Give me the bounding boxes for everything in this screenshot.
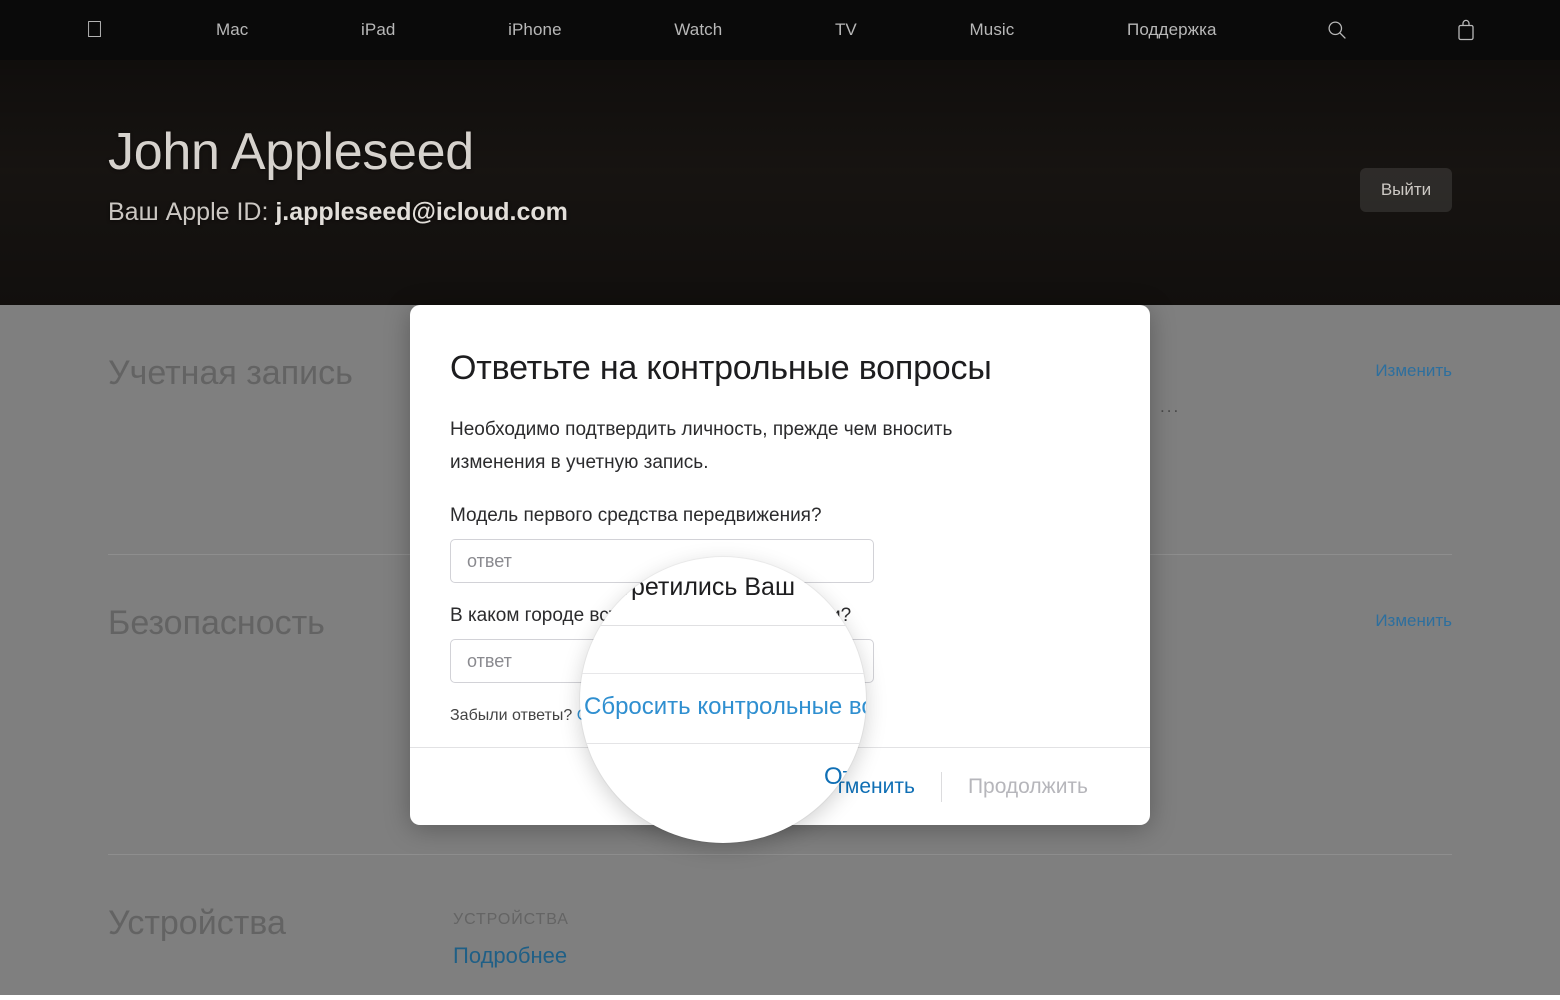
apple-logo-icon[interactable]:  (80, 17, 109, 41)
magnifier-loupe-overlay: встретились Ваш Сбросить контрольные воп… (580, 557, 866, 843)
section-account-title: Учетная запись (108, 354, 353, 392)
nav-item-mac[interactable]: Mac (210, 0, 254, 60)
loupe-footer-edge (580, 743, 866, 744)
devices-label: УСТРОЙСТВА (453, 911, 569, 928)
devices-details-link[interactable]: Подробнее (453, 943, 1452, 969)
apple-id-value: j.appleseed@icloud.com (275, 198, 568, 226)
apple-id-account-page:  Mac iPad iPhone Watch TV Music Поддерж… (0, 0, 1560, 1000)
account-masked-value: ... (1160, 397, 1181, 416)
nav-item-music[interactable]: Music (964, 0, 1021, 60)
loupe-input-bottom-edge (580, 673, 866, 674)
profile-hero-banner: John Appleseed Ваш Apple ID: j.appleseed… (0, 60, 1560, 305)
sign-out-button[interactable]: Выйти (1360, 168, 1452, 212)
account-holder-name: John Appleseed (108, 123, 474, 181)
loupe-reset-link-fragment: Сбросить контрольные вопросы. (584, 693, 866, 720)
nav-item-watch[interactable]: Watch (668, 0, 728, 60)
nav-item-iphone[interactable]: iPhone (502, 0, 568, 60)
shopping-bag-icon[interactable] (1452, 0, 1480, 60)
section-devices: Устройства УСТРОЙСТВА Подробнее (108, 855, 1452, 995)
question-1-label: Модель первого средства передвижения? (450, 505, 822, 527)
loupe-cancel-fragment: Отме (824, 763, 866, 790)
edit-security-link[interactable]: Изменить (1375, 611, 1452, 631)
nav-item-tv[interactable]: TV (829, 0, 863, 60)
forgot-answers-label: Забыли ответы? (450, 707, 577, 725)
continue-button: Продолжить (967, 774, 1088, 798)
dialog-description: Необходимо подтвердить личность, прежде … (450, 419, 953, 473)
nav-item-support[interactable]: Поддержка (1121, 0, 1223, 60)
global-navigation-bar:  Mac iPad iPhone Watch TV Music Поддерж… (0, 0, 1560, 60)
loupe-question-fragment: встретились Ваш (594, 573, 796, 601)
section-security-title: Безопасность (108, 604, 325, 642)
edit-account-link[interactable]: Изменить (1375, 361, 1452, 381)
dialog-title: Ответьте на контрольные вопросы (450, 349, 992, 387)
apple-id-line: Ваш Apple ID: j.appleseed@icloud.com (108, 198, 568, 227)
section-devices-title: Устройства (108, 904, 286, 942)
loupe-input-top-edge (580, 625, 866, 626)
search-icon[interactable] (1323, 0, 1351, 60)
nav-item-ipad[interactable]: iPad (355, 0, 401, 60)
apple-id-prefix: Ваш Apple ID: (108, 198, 276, 226)
